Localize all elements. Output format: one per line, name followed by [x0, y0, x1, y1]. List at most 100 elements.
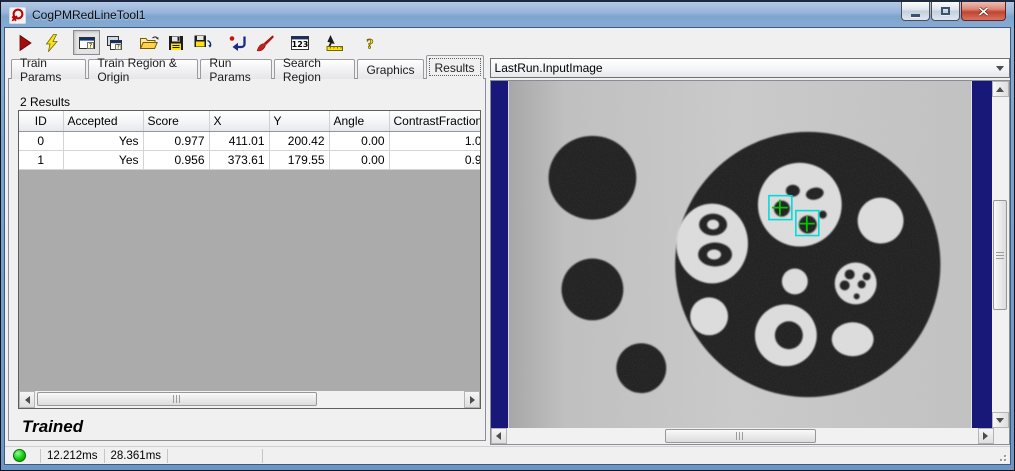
- column-header-x[interactable]: X: [209, 111, 270, 132]
- tab-search-region[interactable]: Search Region: [273, 56, 356, 84]
- scroll-up-button[interactable]: [991, 81, 1009, 97]
- results-tab-page: 2 Results ID Accepted Score X Y Angle Contrast…: [8, 78, 486, 441]
- column-header-id[interactable]: ID: [19, 111, 64, 132]
- status-indicator: [13, 449, 26, 462]
- close-icon: [978, 6, 989, 16]
- run-electric-button[interactable]: [38, 30, 65, 55]
- scroll-thumb[interactable]: [37, 392, 317, 406]
- scroll-right-button[interactable]: [977, 428, 994, 444]
- column-header-accepted[interactable]: Accepted: [63, 111, 144, 132]
- maximize-button[interactable]: [931, 2, 960, 21]
- display-window-icon: ?: [78, 34, 96, 52]
- image-vertical-scrollbar: [991, 81, 1009, 428]
- pointer-ruler-icon: [325, 34, 345, 52]
- thumb-grip-icon: [995, 251, 1004, 259]
- result-row-1: 1 Yes 0.956 373.61 179.55 0.00 0.9: [19, 150, 480, 170]
- cogpm-tool-window: CogPMRedLineTool1 ?? 123? Train Params Tra…: [0, 0, 1015, 471]
- input-image[interactable]: [508, 81, 972, 428]
- tool-panel: Train Params Train Region & Origin Run Par…: [8, 55, 486, 445]
- column-header-contrastfraction[interactable]: ContrastFraction: [389, 111, 480, 132]
- resize-grip[interactable]: [996, 451, 1006, 461]
- svg-text:123: 123: [291, 40, 308, 49]
- arrow-down-icon: [996, 417, 1005, 423]
- arrow-right-icon: [469, 395, 475, 404]
- float-record-button[interactable]: ?: [100, 30, 127, 55]
- open-button[interactable]: [135, 30, 162, 55]
- column-header-angle[interactable]: Angle: [329, 111, 390, 132]
- scroll-down-button[interactable]: [991, 412, 1009, 428]
- result-cell[interactable]: 1: [19, 150, 64, 170]
- help-button[interactable]: ?: [356, 30, 383, 55]
- arrow-right-icon: [983, 432, 989, 440]
- arrow-left-icon: [24, 395, 30, 404]
- scroll-track[interactable]: [507, 428, 978, 444]
- titlebar[interactable]: CogPMRedLineTool1: [1, 2, 1014, 28]
- tab-graphics[interactable]: Graphics: [357, 59, 424, 79]
- tab-train-params[interactable]: Train Params: [11, 56, 87, 84]
- show-record-button[interactable]: ?: [73, 30, 100, 55]
- result-cell[interactable]: 411.01: [209, 131, 270, 151]
- thumb-grip-icon: [736, 432, 745, 440]
- grid-horizontal-scrollbar: [19, 391, 480, 408]
- window-controls: [900, 2, 1006, 21]
- image-view-combobox[interactable]: LastRun.InputImage: [489, 58, 1010, 78]
- app-icon: [9, 6, 26, 24]
- result-cell[interactable]: 0.956: [143, 150, 210, 170]
- svg-text:?: ?: [116, 44, 119, 50]
- numeric-results-button[interactable]: 123: [286, 30, 313, 55]
- combobox-value: LastRun.InputImage: [494, 61, 603, 75]
- result-cell[interactable]: 179.55: [269, 150, 330, 170]
- grid-empty-area: [19, 170, 480, 392]
- total-time-value: 28.361ms: [110, 449, 162, 462]
- close-button[interactable]: [961, 2, 1006, 21]
- scroll-track[interactable]: [35, 391, 464, 408]
- result-cell[interactable]: 0.00: [329, 150, 390, 170]
- save-button[interactable]: [162, 30, 189, 55]
- pointer-ruler-button[interactable]: [321, 30, 348, 55]
- result-cell[interactable]: 0: [19, 131, 64, 151]
- toolbar: ?? 123?: [5, 28, 1010, 57]
- result-cell[interactable]: 200.42: [269, 131, 330, 151]
- column-header-y[interactable]: Y: [269, 111, 330, 132]
- float-window-icon: ?: [105, 34, 123, 52]
- open-folder-icon: [139, 34, 159, 52]
- save-as-icon: [193, 34, 213, 52]
- minimize-icon: [911, 13, 920, 17]
- save-as-button[interactable]: [189, 30, 216, 55]
- run-button[interactable]: [11, 30, 38, 55]
- separator: [262, 448, 264, 463]
- result-cell[interactable]: 0.977: [143, 131, 210, 151]
- result-cell[interactable]: 1.0: [389, 131, 480, 151]
- paintbrush-icon: [256, 34, 274, 52]
- tab-train-region-origin[interactable]: Train Region & Origin: [88, 56, 199, 84]
- edit-graphics-button[interactable]: [251, 30, 278, 55]
- result-cell[interactable]: Yes: [63, 150, 144, 170]
- separator: [103, 448, 105, 463]
- results-count-label: 2 Results: [20, 95, 71, 109]
- column-header-score[interactable]: Score: [143, 111, 210, 132]
- scroll-left-button[interactable]: [490, 428, 507, 444]
- result-cell[interactable]: Yes: [63, 131, 144, 151]
- result-cell[interactable]: 0.00: [329, 131, 390, 151]
- scroll-left-button[interactable]: [19, 391, 35, 408]
- results-table: ID Accepted Score X Y Angle ContrastFraction 0…: [19, 111, 480, 170]
- result-cell[interactable]: 373.61: [209, 150, 270, 170]
- maximize-icon: [941, 7, 950, 15]
- image-margin-left: [490, 81, 508, 428]
- reset-button[interactable]: [224, 30, 251, 55]
- scroll-thumb[interactable]: [664, 429, 816, 443]
- minimize-button[interactable]: [901, 2, 930, 21]
- scroll-thumb[interactable]: [992, 200, 1007, 310]
- tab-strip: Train Params Train Region & Origin Run Par…: [8, 55, 486, 84]
- scroll-track[interactable]: [992, 97, 1009, 412]
- state-label: Trained: [22, 417, 84, 436]
- scroll-right-button[interactable]: [464, 391, 480, 408]
- tab-run-params[interactable]: Run Params: [200, 56, 272, 84]
- tab-results[interactable]: Results: [425, 55, 484, 79]
- separator: [40, 448, 41, 463]
- result-cell[interactable]: 0.9: [389, 150, 480, 170]
- help-icon: ?: [362, 34, 378, 52]
- arrow-left-icon: [496, 432, 502, 440]
- run-icon: [16, 34, 34, 52]
- undo-arrow-icon: [228, 34, 248, 52]
